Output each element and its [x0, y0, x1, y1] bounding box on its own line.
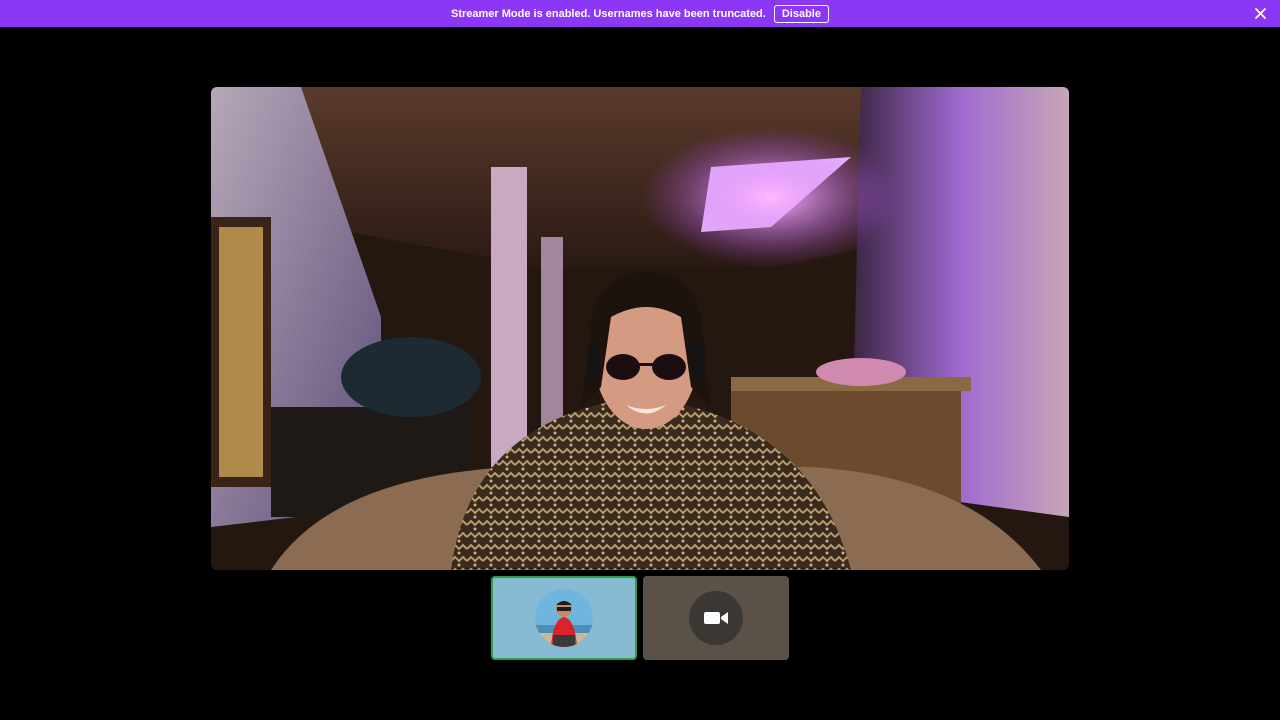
video-frame [211, 87, 1069, 570]
video-camera-icon [704, 612, 728, 624]
avatar-image [535, 589, 593, 647]
participant-avatar [535, 589, 593, 647]
participant-tile-1[interactable] [491, 576, 637, 660]
main-video-stream[interactable] [211, 87, 1069, 570]
streamer-mode-banner: Streamer Mode is enabled. Usernames have… [0, 0, 1280, 27]
disable-streamer-mode-button[interactable]: Disable [773, 4, 829, 23]
participant-tile-2[interactable] [643, 576, 789, 660]
close-icon[interactable] [1253, 6, 1268, 21]
streamer-mode-message: Streamer Mode is enabled. Usernames have… [451, 7, 766, 20]
